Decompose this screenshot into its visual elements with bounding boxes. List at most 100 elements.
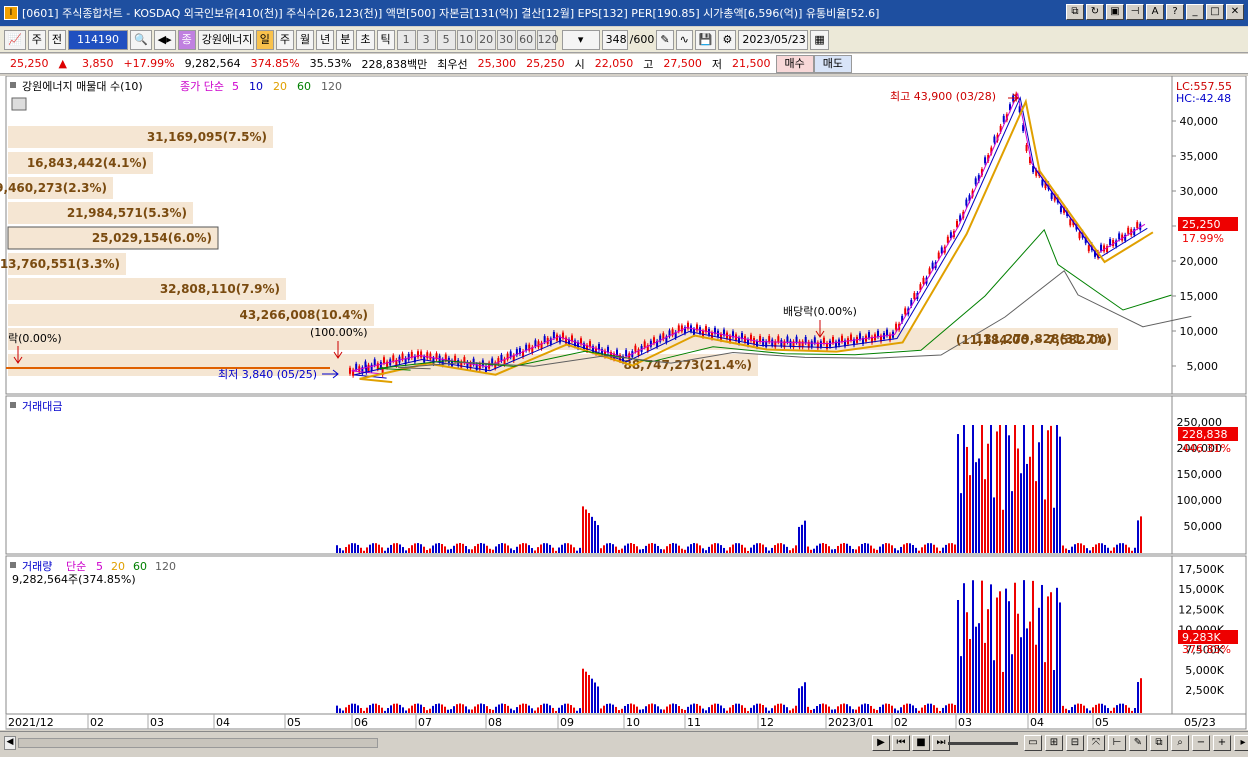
amount-bar <box>1023 425 1025 553</box>
tab-month[interactable]: 월 <box>296 29 315 50</box>
zoom-slider[interactable] <box>948 742 1018 745</box>
stop-icon[interactable]: ■ <box>912 735 930 751</box>
volume-bar <box>1083 705 1085 713</box>
change-value: 3,850 <box>81 57 114 70</box>
interval-3[interactable]: 3 <box>416 29 436 50</box>
scroll-left-icon[interactable]: ◀ <box>4 736 16 750</box>
volume-bar <box>1122 703 1124 713</box>
volume-bar <box>870 705 872 713</box>
interval-30[interactable]: 30 <box>496 29 516 50</box>
tab-tick[interactable]: 틱 <box>376 29 395 50</box>
speaker-icon[interactable]: ◀▸ <box>153 29 176 50</box>
volume-bar <box>1005 588 1007 713</box>
volume-bar <box>618 710 620 713</box>
pin-icon[interactable]: ⊣ <box>1126 4 1144 20</box>
amount-bar <box>834 549 836 553</box>
amount-bar <box>996 431 998 553</box>
volume-tick-label: 15,000K <box>1178 583 1224 596</box>
buy-button[interactable]: 매수 <box>775 54 814 73</box>
prev-button[interactable]: 전 <box>47 29 66 50</box>
search-icon[interactable]: 🔍 <box>129 29 152 50</box>
date-input[interactable]: 2023/05/23 <box>738 29 809 50</box>
price-ma-period: 120 <box>321 80 342 93</box>
split-icon[interactable]: ⊟ <box>1066 735 1084 751</box>
link-icon[interactable]: ⧉ <box>1066 4 1084 20</box>
chart-svg[interactable]: 40,00035,00030,00025,00020,00015,00010,0… <box>0 75 1248 730</box>
volume-bar <box>1110 710 1112 713</box>
dropdown[interactable]: ▾ <box>561 29 600 50</box>
interval-120[interactable]: 120 <box>536 29 559 50</box>
draw-icon[interactable]: ✎ <box>656 29 674 50</box>
interval-1[interactable]: 1 <box>396 29 416 50</box>
window-icon[interactable]: ▣ <box>1106 4 1124 20</box>
indicator-icon[interactable]: ∿ <box>675 29 693 50</box>
stock-name-field[interactable]: 강원에너지 <box>197 29 254 50</box>
amount-bar <box>591 516 593 553</box>
font-icon[interactable]: A <box>1146 4 1164 20</box>
volume-bar <box>543 703 545 713</box>
amount-bar <box>807 546 809 553</box>
help-icon[interactable]: ? <box>1166 4 1184 20</box>
tab-second[interactable]: 초 <box>356 29 375 50</box>
candle-body <box>370 364 373 371</box>
amount-bar <box>546 543 548 553</box>
chart-area[interactable]: 40,00035,00030,00025,00020,00015,00010,0… <box>0 75 1248 730</box>
price-ma-period: 20 <box>273 80 287 93</box>
zoom-in-icon[interactable]: + <box>1213 735 1231 751</box>
volume-bar <box>1062 705 1064 713</box>
interval-20[interactable]: 20 <box>476 29 496 50</box>
volume-bar <box>441 704 443 713</box>
tab-year[interactable]: 년 <box>316 29 335 50</box>
minimize-button[interactable]: _ <box>1186 4 1204 20</box>
sell-button[interactable]: 매도 <box>813 54 853 73</box>
amount-bar <box>516 546 518 553</box>
low-label: 저 <box>711 57 723 71</box>
layout-icon[interactable]: ⊞ <box>1045 735 1063 751</box>
volume-bar <box>531 708 533 713</box>
play-icon[interactable]: ▶ <box>872 735 890 751</box>
x-axis-label: 2023/01 <box>828 716 874 729</box>
calendar-icon[interactable]: ▦ <box>810 29 829 50</box>
grid-icon[interactable]: ▭ <box>1024 735 1042 751</box>
copy-icon[interactable]: ⧉ <box>1150 735 1168 751</box>
volume-bar <box>486 706 488 713</box>
period-select[interactable]: 주 <box>27 29 46 50</box>
table-icon <box>11 97 27 111</box>
amount-bar <box>870 545 872 553</box>
tab-day[interactable]: 일 <box>255 29 274 50</box>
volume-bar <box>447 709 449 713</box>
rewind-icon[interactable]: ⏮ <box>892 735 910 751</box>
volume-bar <box>729 707 731 713</box>
interval-10[interactable]: 10 <box>456 29 476 50</box>
amount-bar <box>708 546 710 553</box>
code-input[interactable]: 114190 <box>67 29 128 50</box>
magnifier-icon[interactable]: ⌕ <box>1171 735 1189 751</box>
amount-bar <box>810 549 812 553</box>
scroll-track[interactable] <box>18 738 378 748</box>
count-input[interactable]: 348 <box>601 29 628 50</box>
volume-bar <box>942 707 944 713</box>
volume-bar <box>810 709 812 713</box>
scroll-right-icon[interactable]: ▸ <box>1234 735 1248 751</box>
zoom-out-icon[interactable]: − <box>1192 735 1210 751</box>
close-button[interactable]: ✕ <box>1226 4 1244 20</box>
high-note: 최고 43,900 (03/28) <box>890 90 996 103</box>
volume-bar <box>387 708 389 713</box>
amount-bar <box>918 550 920 553</box>
tab-minute[interactable]: 분 <box>336 29 355 50</box>
volume-bar <box>1002 671 1004 713</box>
refresh-icon[interactable]: ↻ <box>1086 4 1104 20</box>
maximize-button[interactable]: □ <box>1206 4 1224 20</box>
volume-bar <box>1053 670 1055 713</box>
ruler-icon[interactable]: ⊢ <box>1108 735 1126 751</box>
volume-panel-title: 거래량 <box>22 560 52 573</box>
tab-week[interactable]: 주 <box>275 29 295 50</box>
save-icon[interactable]: 💾 <box>694 29 717 50</box>
interval-60[interactable]: 60 <box>516 29 536 50</box>
settings-icon[interactable]: ⚙ <box>718 29 737 50</box>
chart-type-icon[interactable]: 📈 <box>4 29 26 50</box>
interval-5[interactable]: 5 <box>436 29 456 50</box>
crosshair-icon[interactable]: ⤧ <box>1087 735 1105 751</box>
amount-bar <box>498 544 500 553</box>
pen-icon[interactable]: ✎ <box>1129 735 1147 751</box>
